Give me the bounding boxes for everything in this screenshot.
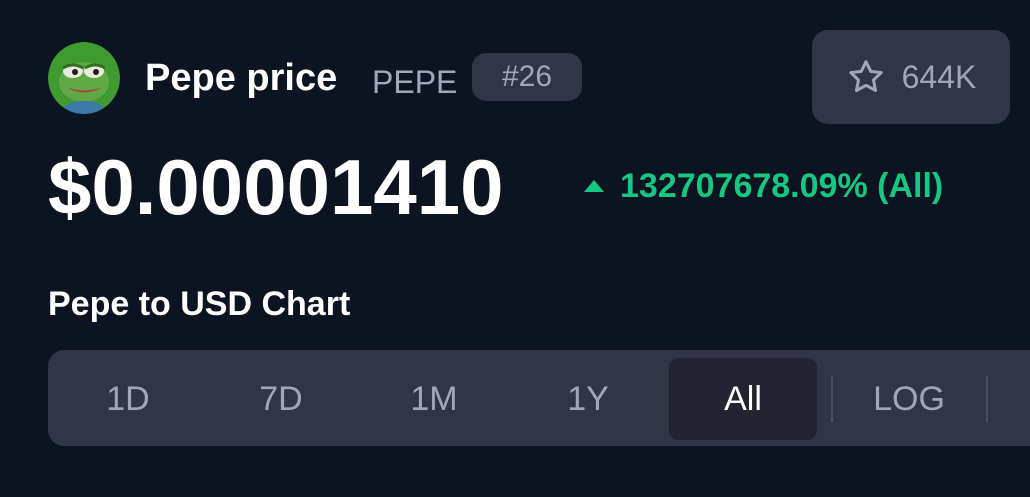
- chart-range-selector: 1D 7D 1M 1Y All LOG: [48, 350, 1030, 446]
- range-7d-button[interactable]: 7D: [207, 358, 355, 440]
- watchlist-count: 644K: [901, 58, 977, 95]
- coin-symbol: PEPE: [372, 64, 458, 100]
- star-icon: [846, 57, 886, 97]
- pepe-logo-icon: [48, 42, 120, 114]
- price-value: $0.00001410: [48, 143, 504, 231]
- log-scale-button[interactable]: LOG: [835, 358, 983, 440]
- range-1d-button[interactable]: 1D: [54, 358, 202, 440]
- range-all-button[interactable]: All: [669, 358, 817, 440]
- price-change-value: 132707678.09% (All): [620, 167, 944, 205]
- watchlist-button[interactable]: 644K: [812, 30, 1010, 124]
- chart-section-title: Pepe to USD Chart: [48, 285, 351, 323]
- page-title: Pepe price: [145, 57, 338, 99]
- caret-up-icon: [582, 178, 606, 194]
- rank-badge: #26: [472, 53, 582, 101]
- range-1m-button[interactable]: 1M: [360, 358, 508, 440]
- range-1y-button[interactable]: 1Y: [514, 358, 662, 440]
- range-divider: [986, 376, 988, 422]
- price-change: 132707678.09% (All): [582, 164, 943, 208]
- range-divider: [831, 376, 833, 422]
